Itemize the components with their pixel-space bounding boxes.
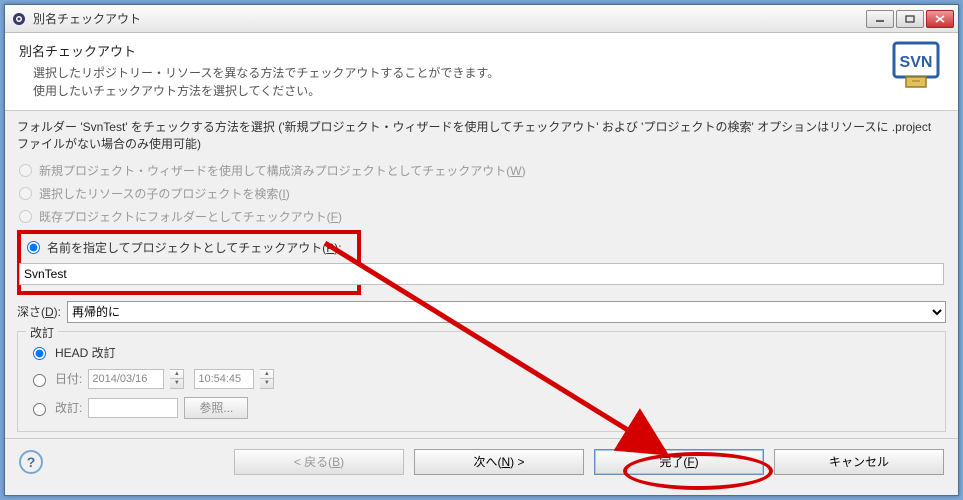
next-button[interactable]: 次へ(N) > <box>414 449 584 475</box>
annotation-highlight-box: 名前を指定してプロジェクトとしてチェックアウト(P): <box>17 230 361 295</box>
radio-new-project-wizard-input <box>19 164 32 177</box>
revision-date-input[interactable] <box>33 374 46 387</box>
radio-new-project-wizard: 新規プロジェクト・ウィザードを使用して構成済みプロジェクトとしてチェックアウト(… <box>17 159 946 182</box>
time-spinner[interactable]: ▲▼ <box>260 369 274 389</box>
radio-named-project[interactable]: 名前を指定してプロジェクトとしてチェックアウト(P): <box>25 236 353 259</box>
back-button: < 戻る(B) <box>234 449 404 475</box>
revision-legend: 改訂 <box>26 324 58 341</box>
revision-head-label: HEAD 改訂 <box>55 344 116 361</box>
revision-number-row: 改訂: 参照... <box>28 393 935 423</box>
radio-search-projects: 選択したリソースの子のプロジェクトを検索(I) <box>17 182 946 205</box>
depth-label: 深さ(D): <box>17 303 61 320</box>
revision-number-label: 改訂: <box>55 399 82 416</box>
header-desc: 選択したリポジトリー・リソースを異なる方法でチェックアウトすることができます。 … <box>19 64 888 100</box>
radio-search-projects-input <box>19 187 32 200</box>
body: フォルダー 'SvnTest' をチェックする方法を選択 ('新規プロジェクト・… <box>5 111 958 438</box>
revision-number-input[interactable] <box>33 403 46 416</box>
revision-number-field <box>88 398 178 418</box>
revision-date-row: 日付: ▲▼ ▲▼ <box>28 365 935 393</box>
minimize-button[interactable] <box>866 10 894 28</box>
revision-date-field <box>88 369 164 389</box>
project-name-input[interactable] <box>19 263 944 285</box>
app-icon <box>11 11 27 27</box>
depth-select[interactable]: 再帰的に <box>67 301 946 323</box>
footer: ? < 戻る(B) 次へ(N) > 完了(F) キャンセル <box>5 438 958 485</box>
radio-named-project-input[interactable] <box>27 241 40 254</box>
browse-button: 参照... <box>184 397 248 419</box>
revision-group: 改訂 HEAD 改訂 日付: ▲▼ ▲▼ 改訂: 参照... <box>17 331 946 432</box>
radio-label-3: 既存プロジェクトにフォルダーとしてチェックアウト(F) <box>39 208 342 225</box>
close-button[interactable] <box>926 10 954 28</box>
cancel-button[interactable]: キャンセル <box>774 449 944 475</box>
instruction-text: フォルダー 'SvnTest' をチェックする方法を選択 ('新規プロジェクト・… <box>17 119 946 153</box>
titlebar: 別名チェックアウト <box>5 5 958 33</box>
window-buttons <box>866 10 954 28</box>
window-title: 別名チェックアウト <box>33 10 866 27</box>
depth-row: 深さ(D): 再帰的に <box>17 301 946 323</box>
svg-text:SVN: SVN <box>900 54 933 71</box>
revision-head-input[interactable] <box>33 347 46 360</box>
radio-label-4: 名前を指定してプロジェクトとしてチェックアウト(P): <box>47 239 342 256</box>
revision-head[interactable]: HEAD 改訂 <box>28 340 935 365</box>
svn-icon: SVN <box>888 41 944 100</box>
header-title: 別名チェックアウト <box>19 41 888 60</box>
radio-existing-folder: 既存プロジェクトにフォルダーとしてチェックアウト(F) <box>17 205 946 228</box>
revision-date-label: 日付: <box>55 370 82 387</box>
revision-time-field <box>194 369 254 389</box>
maximize-button[interactable] <box>896 10 924 28</box>
dialog-window: 別名チェックアウト 別名チェックアウト 選択したリポジトリー・リソースを異なる方… <box>4 4 959 496</box>
finish-button[interactable]: 完了(F) <box>594 449 764 475</box>
date-spinner[interactable]: ▲▼ <box>170 369 184 389</box>
content: 別名チェックアウト 選択したリポジトリー・リソースを異なる方法でチェックアウトす… <box>5 33 958 485</box>
help-icon[interactable]: ? <box>19 450 43 474</box>
radio-label-1: 新規プロジェクト・ウィザードを使用して構成済みプロジェクトとしてチェックアウト(… <box>39 162 526 179</box>
radio-existing-folder-input <box>19 210 32 223</box>
radio-label-2: 選択したリソースの子のプロジェクトを検索(I) <box>39 185 290 202</box>
header: 別名チェックアウト 選択したリポジトリー・リソースを異なる方法でチェックアウトす… <box>5 33 958 111</box>
